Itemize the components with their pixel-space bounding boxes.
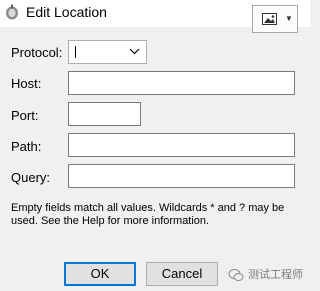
host-input[interactable]: [68, 71, 295, 95]
query-label: Query:: [11, 170, 51, 185]
help-text: Empty fields match all values. Wildcards…: [11, 202, 285, 227]
port-input[interactable]: [68, 102, 141, 126]
chevron-down-icon: [129, 48, 140, 55]
watermark: 测试工程师: [224, 262, 308, 288]
host-label: Host:: [11, 76, 42, 91]
cancel-button[interactable]: Cancel: [146, 262, 218, 286]
ok-button[interactable]: OK: [64, 262, 136, 286]
window-title: Edit Location: [26, 4, 107, 20]
image-icon: [262, 13, 277, 25]
protocol-label: Protocol:: [11, 45, 63, 60]
path-label: Path:: [11, 139, 42, 154]
query-input[interactable]: [68, 164, 295, 188]
screenshot-dropdown-button[interactable]: ▼: [252, 5, 298, 33]
fiddler-app-icon: [6, 4, 18, 20]
port-label: Port:: [11, 108, 39, 123]
text-cursor: [75, 46, 76, 58]
wechat-icon: [228, 269, 244, 281]
watermark-text: 测试工程师: [248, 269, 303, 281]
protocol-combobox[interactable]: [68, 40, 147, 64]
path-input[interactable]: [68, 133, 295, 157]
chevron-down-icon: ▼: [285, 14, 293, 23]
